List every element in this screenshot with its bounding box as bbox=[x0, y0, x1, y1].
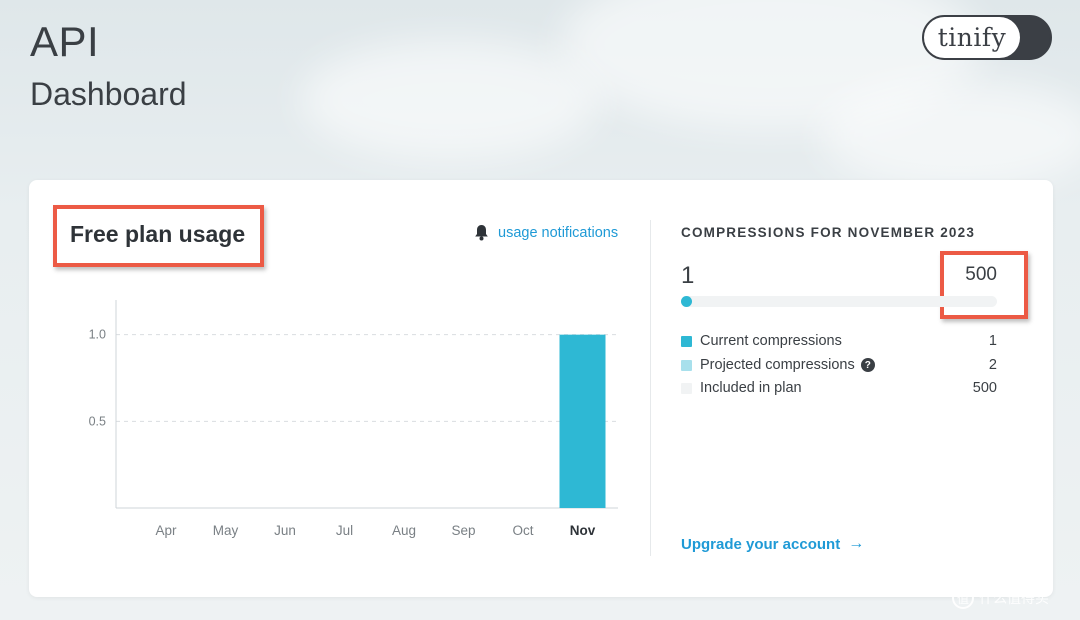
x-tick-label: May bbox=[213, 523, 239, 538]
usage-bar-chart: 1.0 0.5 Apr May Jun Jul Aug Sep Oct Nov bbox=[89, 300, 618, 538]
x-tick-label: Apr bbox=[155, 523, 177, 538]
watermark: 值 什么值得买 bbox=[952, 587, 1049, 609]
legend-value-projected: 2 bbox=[988, 357, 997, 373]
upgrade-account-link[interactable]: Upgrade your account → bbox=[681, 535, 864, 553]
legend-row-projected: Projected compressions ? 2 bbox=[681, 355, 997, 375]
legend-swatch-included bbox=[681, 382, 692, 394]
legend-row-current: Current compressions 1 bbox=[681, 331, 997, 351]
arrow-right-icon: → bbox=[848, 535, 865, 552]
usage-notifications-label: usage notifications bbox=[498, 224, 619, 241]
x-tick-label: Aug bbox=[392, 523, 416, 538]
legend-label-included: Included in plan bbox=[700, 380, 802, 396]
tinify-logo: tinify bbox=[924, 17, 1020, 58]
legend-label-current: Current compressions bbox=[700, 333, 842, 349]
background-cloud bbox=[820, 80, 1080, 190]
legend-swatch-projected bbox=[681, 359, 692, 371]
x-tick-label: Sep bbox=[451, 523, 475, 538]
x-tick-label: Nov bbox=[570, 523, 596, 538]
legend-value-current: 1 bbox=[988, 333, 997, 349]
help-icon[interactable]: ? bbox=[860, 358, 875, 372]
compressions-progress-fill bbox=[681, 296, 692, 307]
background-cloud bbox=[300, 40, 600, 160]
upgrade-account-label: Upgrade your account bbox=[681, 535, 841, 553]
usage-title: Free plan usage bbox=[70, 221, 246, 247]
x-tick-label: Jul bbox=[336, 523, 353, 538]
bell-icon bbox=[475, 225, 488, 241]
bar-nov[interactable] bbox=[559, 334, 606, 508]
plan-limit-count: 500 bbox=[965, 264, 997, 285]
page-subtitle: Dashboard bbox=[30, 76, 187, 112]
legend-swatch-current bbox=[681, 335, 692, 347]
x-tick-label: Jun bbox=[274, 523, 296, 538]
legend-value-included: 500 bbox=[972, 380, 997, 396]
watermark-text: 什么值得买 bbox=[979, 590, 1049, 606]
y-tick-label: 1.0 bbox=[89, 328, 106, 342]
vertical-divider bbox=[650, 220, 651, 556]
tinify-logo-toggle[interactable]: tinify bbox=[922, 15, 1052, 60]
usage-notifications-link[interactable]: usage notifications bbox=[474, 224, 618, 241]
current-compressions-count: 1 bbox=[681, 262, 695, 289]
y-tick-label: 0.5 bbox=[89, 414, 106, 428]
x-tick-label: Oct bbox=[512, 523, 533, 538]
compressions-progress-bar bbox=[681, 296, 997, 307]
legend-label-projected: Projected compressions bbox=[700, 357, 855, 373]
compressions-heading: COMPRESSIONS FOR NOVEMBER 2023 bbox=[681, 225, 976, 240]
page-title: API bbox=[30, 18, 100, 65]
legend-row-included: Included in plan 500 bbox=[681, 378, 997, 398]
watermark-badge-icon: 值 bbox=[952, 587, 974, 609]
